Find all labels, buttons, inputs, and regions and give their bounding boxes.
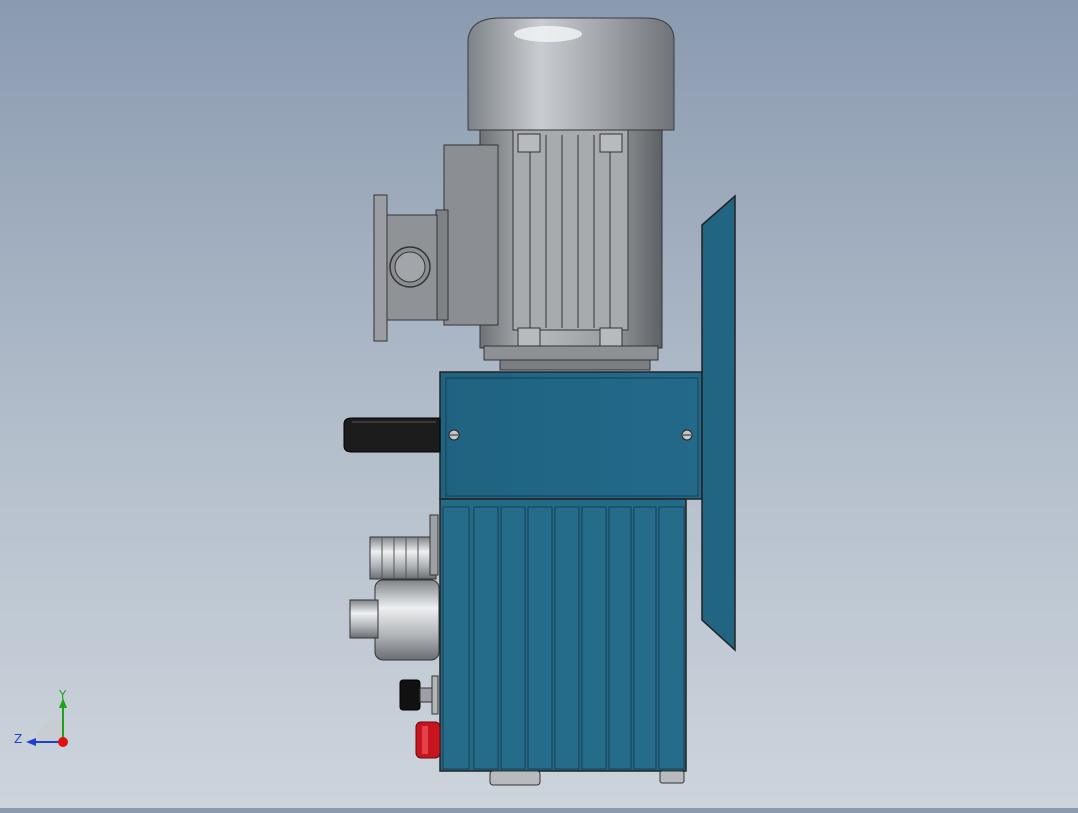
foot-right bbox=[659, 770, 685, 784]
gear-flange bbox=[373, 194, 438, 342]
terminal-box bbox=[435, 144, 499, 326]
motor-body bbox=[479, 129, 663, 371]
x-axis-dot bbox=[58, 737, 68, 747]
adjust-knob[interactable] bbox=[399, 675, 439, 715]
triad-arc bbox=[36, 718, 63, 742]
spindle-cylinder bbox=[349, 579, 440, 661]
y-axis-label: Y bbox=[58, 688, 67, 702]
emergency-stop-button[interactable] bbox=[415, 721, 441, 759]
orientation-triad: Y Z bbox=[10, 686, 80, 756]
control-housing-top bbox=[439, 371, 703, 500]
screw-right bbox=[681, 429, 693, 441]
side-guard-plate bbox=[701, 194, 736, 652]
cad-viewport[interactable] bbox=[0, 0, 1078, 808]
screw-left bbox=[448, 429, 460, 441]
pulley bbox=[369, 514, 439, 580]
motor-cap bbox=[467, 17, 675, 131]
lever-handle[interactable] bbox=[343, 417, 441, 453]
z-axis-label: Z bbox=[14, 732, 22, 746]
foot-left bbox=[489, 770, 541, 786]
control-housing-lower bbox=[439, 498, 687, 772]
